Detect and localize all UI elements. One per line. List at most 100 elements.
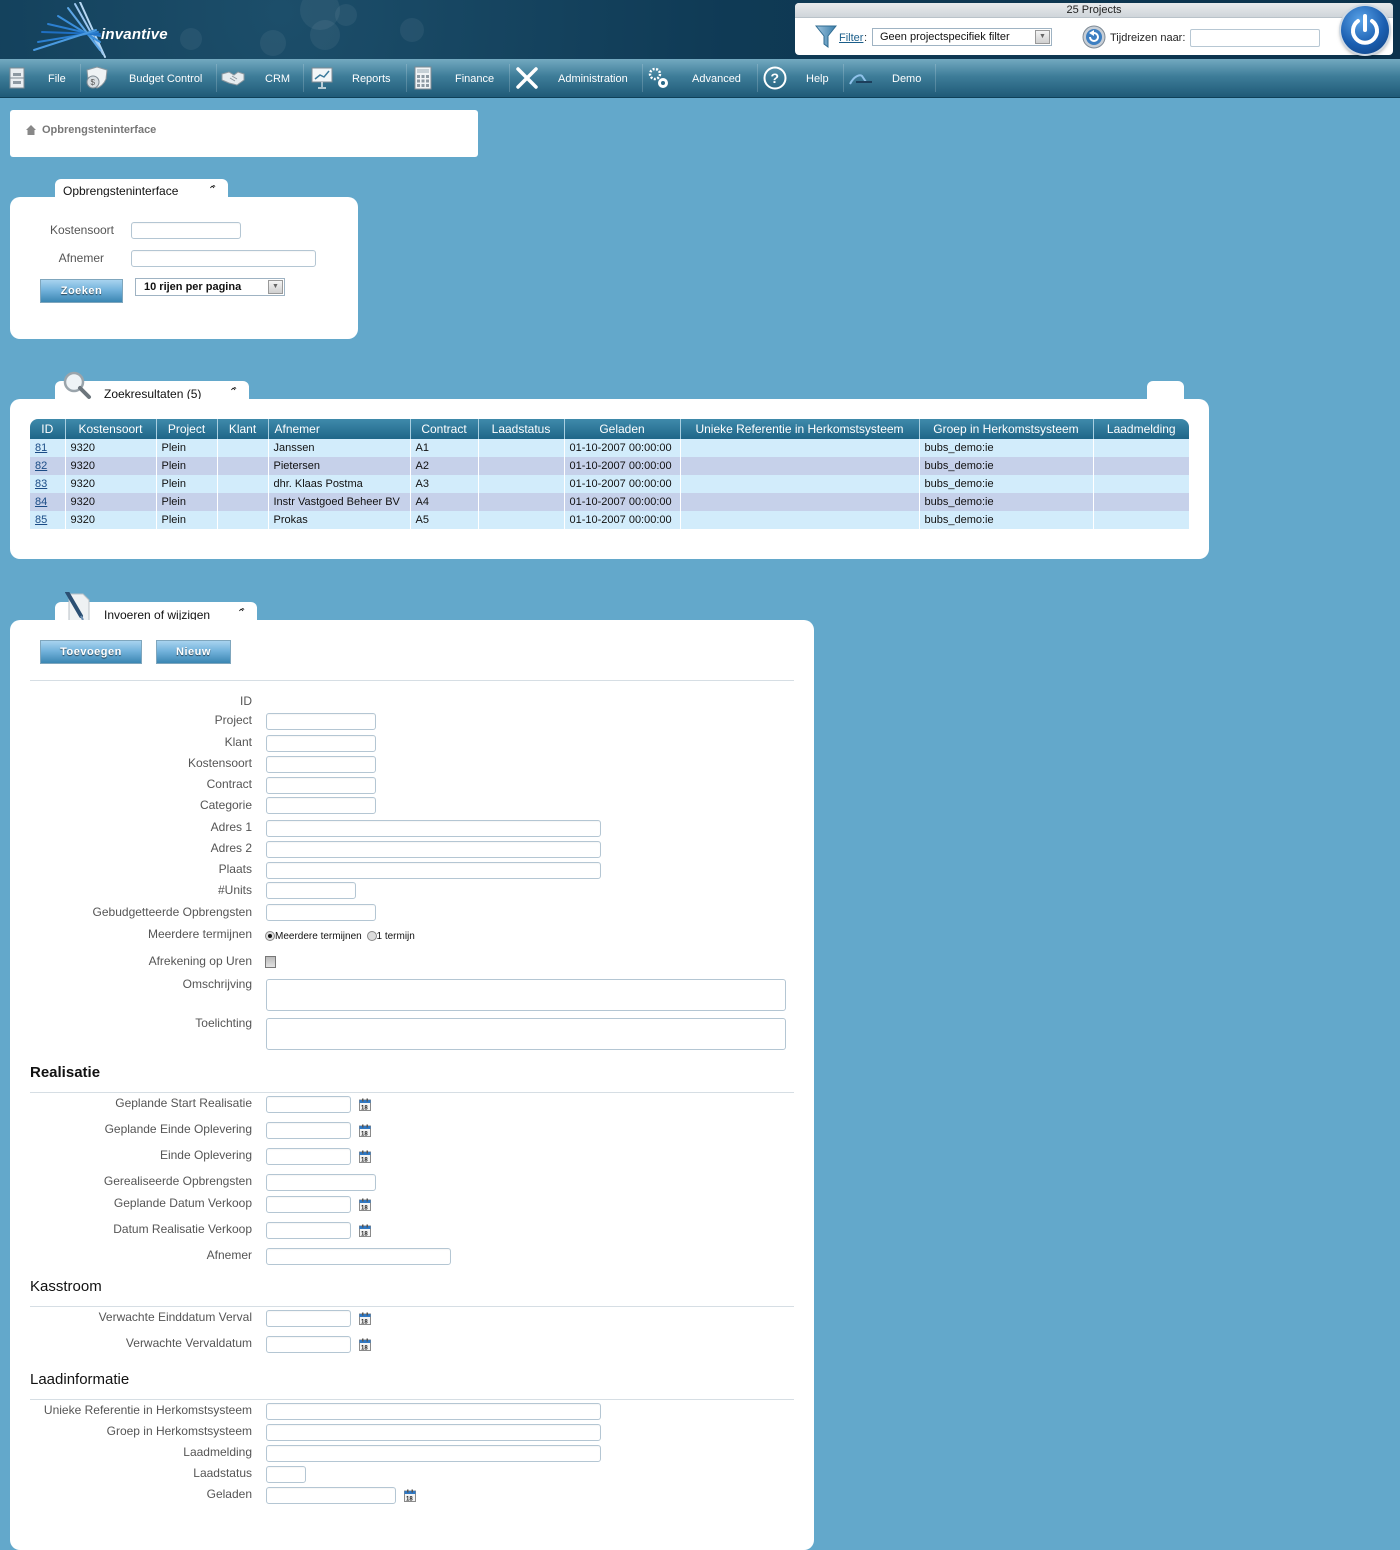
new-button[interactable]: Nieuw xyxy=(156,640,231,664)
column-header-klant[interactable]: Klant xyxy=(217,419,269,439)
radio-1-termijn[interactable] xyxy=(366,931,377,942)
column-header-laadmelding[interactable]: Laadmelding xyxy=(1093,419,1189,439)
cell-kostensoort: 9320 xyxy=(65,493,157,511)
calendar-glyph: 18 xyxy=(359,1198,371,1211)
cell-project: Plein xyxy=(156,493,218,511)
rows-per-page-select[interactable]: 10 rijen per pagina ▼ xyxy=(135,278,285,296)
cell-geladen: 01-10-2007 00:00:00 xyxy=(564,457,681,475)
table-row[interactable]: 82 9320 Plein Pietersen A2 01-10-2007 00:00:0… xyxy=(30,457,1190,475)
add-button[interactable]: Toevoegen xyxy=(40,640,142,664)
calendar-icon[interactable]: 18 xyxy=(359,1124,371,1137)
calendar-day: 18 xyxy=(361,1105,368,1111)
kasstroom-section-title: Kasstroom xyxy=(30,1278,102,1295)
decor-bubble xyxy=(400,18,424,42)
table-row[interactable]: 85 9320 Plein Prokas A5 01-10-2007 00:00:00 bu… xyxy=(30,511,1190,529)
calendar-icon[interactable]: 18 xyxy=(359,1150,371,1163)
datum-verkoop-input[interactable] xyxy=(266,1196,351,1213)
einddatum-verval-input[interactable] xyxy=(266,1310,351,1327)
logo-text: invantive xyxy=(101,26,168,43)
adres2-input[interactable] xyxy=(266,841,601,858)
column-header-contract[interactable]: Contract xyxy=(410,419,479,439)
column-header-unieke-referentie[interactable]: Unieke Referentie in Herkomstsysteem xyxy=(680,419,920,439)
handshake-icon xyxy=(221,71,245,86)
cell-afnemer: Prokas xyxy=(268,511,411,529)
kostensoort-input[interactable] xyxy=(131,222,241,239)
filter-link[interactable]: Filter xyxy=(839,32,863,44)
geladen-input[interactable] xyxy=(266,1487,396,1504)
cell-unieke-referentie xyxy=(680,457,920,475)
einddatum-verval-label: Verwachte Einddatum Verval xyxy=(98,1310,252,1324)
table-row[interactable]: 84 9320 Plein Instr Vastgoed Beheer BV A4 01-… xyxy=(30,493,1190,511)
calendar-icon[interactable]: 18 xyxy=(359,1312,371,1325)
table-row[interactable]: 81 9320 Plein Janssen A1 01-10-2007 00:00:00 b… xyxy=(30,439,1190,457)
column-header-project[interactable]: Project xyxy=(156,419,218,439)
project-label: Project xyxy=(214,713,252,727)
plaats-input[interactable] xyxy=(266,862,601,879)
row-id-link[interactable]: 84 xyxy=(35,496,47,508)
calendar-glyph: 18 xyxy=(359,1224,371,1237)
einde-oplevering-input[interactable] xyxy=(266,1148,351,1165)
row-id-link[interactable]: 81 xyxy=(35,442,47,454)
groep-input[interactable] xyxy=(266,1424,601,1441)
column-header-id[interactable]: ID xyxy=(30,419,66,439)
gerealiseerde-input[interactable] xyxy=(266,1174,376,1191)
calendar-day: 18 xyxy=(361,1231,368,1237)
omschrijving-textarea[interactable] xyxy=(266,979,786,1011)
radio-1-termijn-label: 1 termijn xyxy=(376,931,415,942)
calendar-icon[interactable]: 18 xyxy=(359,1338,371,1351)
calendar-icon[interactable]: 18 xyxy=(359,1198,371,1211)
contract-input[interactable] xyxy=(266,777,376,794)
chevron-down-icon[interactable]: ▼ xyxy=(1035,30,1050,44)
file-cabinet-icon xyxy=(9,67,25,89)
cell-unieke-referentie xyxy=(680,493,920,511)
logout-power-button[interactable] xyxy=(1341,6,1389,54)
kostensoort-input[interactable] xyxy=(266,756,376,773)
cell-contract: A1 xyxy=(410,439,479,457)
column-header-geladen[interactable]: Geladen xyxy=(564,419,681,439)
project-input[interactable] xyxy=(266,713,376,730)
cell-klant xyxy=(217,475,269,493)
adres1-input[interactable] xyxy=(266,820,601,837)
units-input[interactable] xyxy=(266,882,356,899)
budget-input[interactable] xyxy=(266,904,376,921)
row-id-link[interactable]: 82 xyxy=(35,460,47,472)
klant-input[interactable] xyxy=(266,735,376,752)
cell-afnemer: Pietersen xyxy=(268,457,411,475)
column-header-laadstatus[interactable]: Laadstatus xyxy=(478,419,565,439)
column-header-kostensoort[interactable]: Kostensoort xyxy=(65,419,157,439)
afrekening-checkbox[interactable] xyxy=(265,956,276,968)
calendar-icon[interactable]: 18 xyxy=(404,1489,416,1502)
column-header-groep[interactable]: Groep in Herkomstsysteem xyxy=(919,419,1094,439)
laadmelding-input[interactable] xyxy=(266,1445,601,1462)
divider xyxy=(30,1092,794,1093)
radio-meerdere-termijnen[interactable] xyxy=(265,931,275,942)
geplande-einde-input[interactable] xyxy=(266,1122,351,1139)
decor-bubble xyxy=(180,28,202,50)
laadstatus-input[interactable] xyxy=(266,1466,306,1483)
search-button[interactable]: Zoeken xyxy=(40,279,123,303)
home-icon[interactable] xyxy=(26,125,36,135)
realisatie-afnemer-input[interactable] xyxy=(266,1248,451,1265)
chevron-down-icon[interactable]: ▼ xyxy=(268,280,283,294)
cell-laadstatus xyxy=(478,511,565,529)
calculator-icon xyxy=(414,66,432,90)
svg-text:?: ? xyxy=(771,70,780,86)
afnemer-input[interactable] xyxy=(131,250,316,267)
categorie-input[interactable] xyxy=(266,797,376,814)
vervaldatum-input[interactable] xyxy=(266,1336,351,1353)
referentie-input[interactable] xyxy=(266,1403,601,1420)
toelichting-textarea[interactable] xyxy=(266,1018,786,1050)
geplande-start-input[interactable] xyxy=(266,1096,351,1113)
calendar-icon[interactable]: 18 xyxy=(359,1224,371,1237)
table-row[interactable]: 83 9320 Plein dhr. Klaas Postma A3 01-10-2007… xyxy=(30,475,1190,493)
column-header-afnemer[interactable]: Afnemer xyxy=(268,419,411,439)
calendar-icon[interactable]: 18 xyxy=(359,1098,371,1111)
row-id-link[interactable]: 85 xyxy=(35,514,47,526)
cell-klant xyxy=(217,457,269,475)
einde-oplevering-label: Einde Oplevering xyxy=(159,1148,252,1162)
time-travel-input[interactable] xyxy=(1190,29,1320,47)
menu-crm-label: CRM xyxy=(265,72,291,85)
project-filter-select[interactable]: Geen projectspecifiek filter ▼ xyxy=(872,28,1052,46)
realisatie-verkoop-input[interactable] xyxy=(266,1222,351,1239)
row-id-link[interactable]: 83 xyxy=(35,478,47,490)
